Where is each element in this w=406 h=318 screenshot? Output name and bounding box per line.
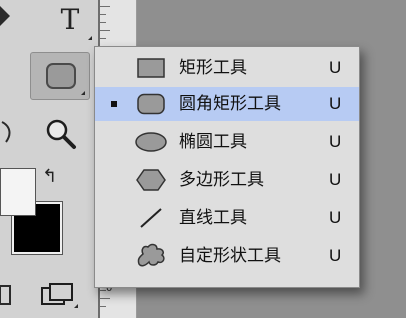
menu-item-shortcut: U (329, 208, 342, 227)
ruler-tick (100, 14, 106, 15)
ruler-tick (100, 306, 106, 307)
rectangle-icon (137, 58, 165, 78)
partial-tool-icon[interactable] (0, 280, 14, 310)
custom-shape-icon (137, 243, 165, 267)
menu-item-rectangle-tool[interactable]: 矩形工具 U (95, 51, 359, 85)
menu-item-shortcut: U (329, 132, 342, 151)
menu-item-custom-shape-tool[interactable]: 自定形状工具 U (95, 239, 359, 273)
zoom-icon[interactable] (44, 118, 78, 150)
menu-item-label: 椭圆工具 (179, 132, 247, 152)
ruler-tick (100, 22, 106, 23)
screen-mode-icon[interactable] (40, 282, 80, 312)
rounded-rectangle-icon (137, 93, 165, 115)
menu-item-line-tool[interactable]: 直线工具 U (95, 201, 359, 235)
menu-item-shortcut: U (329, 246, 342, 265)
shape-tools-menu: 矩形工具 U 圆角矩形工具 U 椭圆工具 U 多边形工具 U 直线工具 U 自定… (94, 46, 360, 288)
partial-tool-icon[interactable] (0, 118, 16, 146)
swap-colors-glyph: ↰ (42, 166, 58, 187)
menu-item-shortcut: U (329, 170, 342, 189)
menu-item-shortcut: U (329, 58, 342, 77)
ruler-tick (100, 6, 110, 7)
swap-colors-icon[interactable]: ↰ (42, 166, 64, 188)
rounded-rectangle-tool-button[interactable] (30, 52, 90, 100)
type-tool-icon[interactable]: T (50, 2, 90, 38)
menu-item-rounded-rectangle-tool[interactable]: 圆角矩形工具 U (95, 87, 359, 121)
type-tool-glyph: T (60, 3, 80, 36)
menu-item-label: 多边形工具 (179, 170, 264, 190)
tool-submenu-indicator (88, 36, 92, 40)
partial-tool-icon[interactable] (0, 0, 14, 30)
menu-item-label: 圆角矩形工具 (179, 94, 281, 114)
line-icon (140, 208, 162, 228)
rounded-rectangle-tool-icon (46, 63, 76, 89)
menu-item-label: 直线工具 (179, 208, 247, 228)
selected-indicator (111, 101, 117, 107)
ruler-tick (100, 30, 110, 31)
foreground-color-swatch[interactable] (0, 168, 36, 216)
ellipse-icon (135, 132, 167, 152)
tools-panel: T ↰ (0, 0, 98, 318)
menu-item-shortcut: U (329, 94, 342, 113)
menu-item-polygon-tool[interactable]: 多边形工具 U (95, 163, 359, 197)
ruler-tick (100, 298, 110, 299)
menu-item-label: 矩形工具 (179, 58, 247, 78)
tool-submenu-indicator (81, 91, 85, 95)
ruler-tick (100, 38, 106, 39)
menu-item-label: 自定形状工具 (179, 246, 281, 266)
polygon-icon (136, 169, 166, 191)
menu-item-ellipse-tool[interactable]: 椭圆工具 U (95, 125, 359, 159)
